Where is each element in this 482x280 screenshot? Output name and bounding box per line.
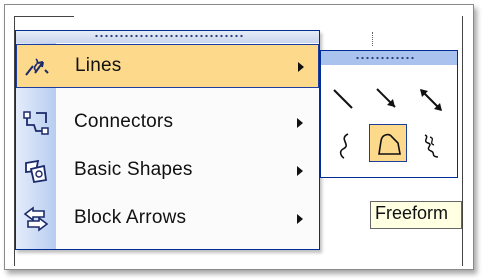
dotted-guide bbox=[372, 32, 373, 46]
grip-dots bbox=[355, 56, 415, 60]
palette-drag-handle[interactable] bbox=[321, 51, 457, 65]
tooltip-text: Freeform bbox=[375, 203, 449, 223]
scribble-tool[interactable] bbox=[412, 127, 450, 165]
submenu-arrow-icon bbox=[297, 166, 303, 176]
double-arrow-tool[interactable] bbox=[412, 81, 450, 119]
curve-icon bbox=[339, 133, 349, 159]
menu-drag-handle[interactable] bbox=[16, 31, 319, 43]
double-arrow-icon bbox=[420, 89, 442, 111]
curve-tool[interactable] bbox=[326, 127, 364, 165]
lines-palette bbox=[320, 50, 458, 178]
freeform-icon bbox=[378, 133, 401, 155]
scribble-icon bbox=[424, 134, 439, 158]
menu-item-label: Block Arrows bbox=[74, 207, 187, 228]
block-arrows-icon bbox=[22, 205, 50, 233]
lines-icon bbox=[23, 53, 51, 81]
submenu-arrow-icon bbox=[297, 214, 303, 224]
arrow-icon bbox=[376, 88, 396, 108]
connectors-icon bbox=[22, 109, 50, 137]
menu-item-block-arrows[interactable]: Block Arrows bbox=[16, 197, 319, 241]
submenu-arrow-icon bbox=[298, 62, 304, 72]
grip-dots bbox=[94, 34, 244, 38]
menu-item-label: Basic Shapes bbox=[74, 159, 193, 180]
menu-item-label: Lines bbox=[75, 55, 122, 76]
canvas-edge bbox=[14, 16, 74, 17]
line-icon bbox=[333, 89, 353, 109]
autoshapes-menu: Lines Connectors Basic Shapes Block Arro… bbox=[15, 30, 320, 250]
menu-item-basic-shapes[interactable]: Basic Shapes bbox=[16, 149, 319, 193]
arrow-tool[interactable] bbox=[369, 81, 407, 119]
menu-item-connectors[interactable]: Connectors bbox=[16, 101, 319, 145]
canvas-edge bbox=[462, 16, 463, 266]
tooltip: Freeform bbox=[370, 201, 462, 229]
freeform-tool[interactable] bbox=[369, 124, 407, 162]
menu-item-lines[interactable]: Lines bbox=[16, 44, 319, 88]
line-tool[interactable] bbox=[326, 81, 364, 119]
menu-item-label: Connectors bbox=[74, 111, 174, 132]
basic-shapes-icon bbox=[22, 157, 50, 185]
submenu-arrow-icon bbox=[297, 118, 303, 128]
